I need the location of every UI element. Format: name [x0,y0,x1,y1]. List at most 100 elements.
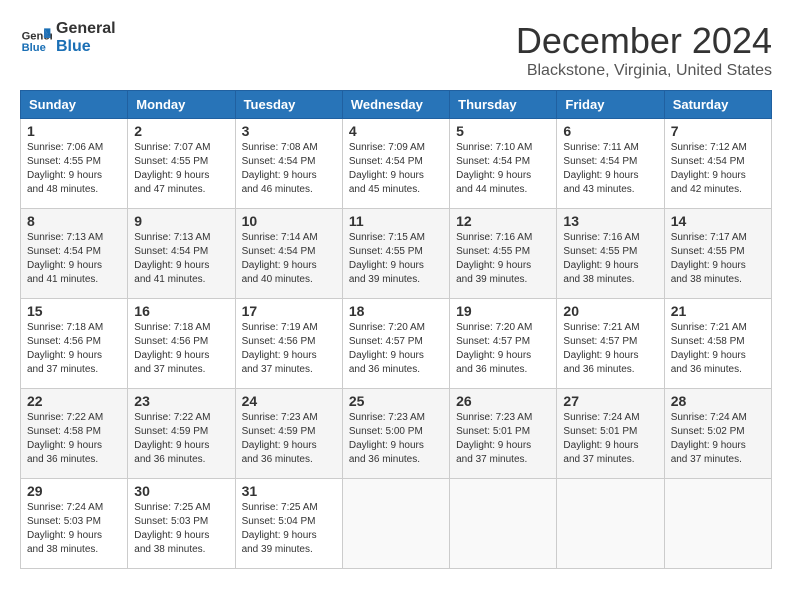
day-info: Sunrise: 7:21 AMSunset: 4:57 PMDaylight:… [563,321,657,377]
day-number: 4 [349,123,443,139]
col-sunday: Sunday [21,91,128,119]
calendar-header-row: Sunday Monday Tuesday Wednesday Thursday… [21,91,772,119]
day-number: 16 [134,303,228,319]
day-number: 1 [27,123,121,139]
col-friday: Friday [557,91,664,119]
day-info: Sunrise: 7:22 AMSunset: 4:58 PMDaylight:… [27,411,121,467]
day-info: Sunrise: 7:10 AMSunset: 4:54 PMDaylight:… [456,141,550,197]
day-info: Sunrise: 7:09 AMSunset: 4:54 PMDaylight:… [349,141,443,197]
calendar-cell: 27Sunrise: 7:24 AMSunset: 5:01 PMDayligh… [557,389,664,479]
day-info: Sunrise: 7:25 AMSunset: 5:03 PMDaylight:… [134,501,228,557]
day-number: 21 [671,303,765,319]
day-info: Sunrise: 7:13 AMSunset: 4:54 PMDaylight:… [134,231,228,287]
day-number: 8 [27,213,121,229]
calendar-table: Sunday Monday Tuesday Wednesday Thursday… [20,90,772,569]
day-info: Sunrise: 7:16 AMSunset: 4:55 PMDaylight:… [563,231,657,287]
day-number: 11 [349,213,443,229]
day-info: Sunrise: 7:20 AMSunset: 4:57 PMDaylight:… [349,321,443,377]
calendar-cell: 21 Sunrise: 7:21 AMSunset: 4:58 PMDayligh… [664,299,771,389]
day-number: 6 [563,123,657,139]
day-info: Sunrise: 7:15 AMSunset: 4:55 PMDaylight:… [349,231,443,287]
calendar-cell: 5Sunrise: 7:10 AMSunset: 4:54 PMDaylight… [450,119,557,209]
subtitle: Blackstone, Virginia, United States [516,62,772,80]
day-number: 25 [349,393,443,409]
day-info: Sunrise: 7:18 AMSunset: 4:56 PMDaylight:… [27,321,121,377]
day-number: 9 [134,213,228,229]
calendar-cell: 22 Sunrise: 7:22 AMSunset: 4:58 PMDayligh… [21,389,128,479]
calendar-cell: 30 Sunrise: 7:25 AMSunset: 5:03 PMDayligh… [128,479,235,569]
calendar-cell: 28 Sunrise: 7:24 AMSunset: 5:02 PMDayligh… [664,389,771,479]
day-number: 18 [349,303,443,319]
calendar-cell: 29Sunrise: 7:24 AMSunset: 5:03 PMDayligh… [21,479,128,569]
day-info: Sunrise: 7:11 AMSunset: 4:54 PMDaylight:… [563,141,657,197]
calendar-cell: 2 Sunrise: 7:07 AMSunset: 4:55 PMDaylight… [128,119,235,209]
day-info: Sunrise: 7:07 AMSunset: 4:55 PMDaylight:… [134,141,228,197]
day-info: Sunrise: 7:21 AMSunset: 4:58 PMDaylight:… [671,321,765,377]
calendar-cell: 11 Sunrise: 7:15 AMSunset: 4:55 PMDayligh… [342,209,449,299]
day-info: Sunrise: 7:24 AMSunset: 5:03 PMDaylight:… [27,501,121,557]
day-number: 19 [456,303,550,319]
day-info: Sunrise: 7:19 AMSunset: 4:56 PMDaylight:… [242,321,336,377]
calendar-cell: 24 Sunrise: 7:23 AMSunset: 4:59 PMDayligh… [235,389,342,479]
title-area: December 2024 Blackstone, Virginia, Unit… [516,20,772,80]
calendar-cell: 8 Sunrise: 7:13 AMSunset: 4:54 PMDaylight… [21,209,128,299]
calendar-cell: 1 Sunrise: 7:06 AMSunset: 4:55 PMDaylight… [21,119,128,209]
day-info: Sunrise: 7:08 AMSunset: 4:54 PMDaylight:… [242,141,336,197]
day-number: 2 [134,123,228,139]
calendar-cell: 9 Sunrise: 7:13 AMSunset: 4:54 PMDaylight… [128,209,235,299]
day-number: 28 [671,393,765,409]
calendar-cell: 23Sunrise: 7:22 AMSunset: 4:59 PMDayligh… [128,389,235,479]
day-info: Sunrise: 7:22 AMSunset: 4:59 PMDaylight:… [134,411,228,467]
calendar-week-3: 15 Sunrise: 7:18 AMSunset: 4:56 PMDayligh… [21,299,772,389]
day-info: Sunrise: 7:12 AMSunset: 4:54 PMDaylight:… [671,141,765,197]
calendar-cell: 16 Sunrise: 7:18 AMSunset: 4:56 PMDayligh… [128,299,235,389]
logo-text: General Blue [56,20,116,56]
day-number: 17 [242,303,336,319]
calendar-cell: 6 Sunrise: 7:11 AMSunset: 4:54 PMDaylight… [557,119,664,209]
day-info: Sunrise: 7:24 AMSunset: 5:02 PMDaylight:… [671,411,765,467]
col-saturday: Saturday [664,91,771,119]
day-info: Sunrise: 7:17 AMSunset: 4:55 PMDaylight:… [671,231,765,287]
calendar-cell: 12Sunrise: 7:16 AMSunset: 4:55 PMDayligh… [450,209,557,299]
day-number: 7 [671,123,765,139]
calendar-cell: 19 Sunrise: 7:20 AMSunset: 4:57 PMDayligh… [450,299,557,389]
logo-icon: General Blue [20,22,52,54]
col-tuesday: Tuesday [235,91,342,119]
calendar-cell [342,479,449,569]
day-number: 15 [27,303,121,319]
day-number: 27 [563,393,657,409]
day-number: 30 [134,483,228,499]
col-thursday: Thursday [450,91,557,119]
day-number: 24 [242,393,336,409]
day-info: Sunrise: 7:18 AMSunset: 4:56 PMDaylight:… [134,321,228,377]
day-number: 12 [456,213,550,229]
calendar-week-5: 29Sunrise: 7:24 AMSunset: 5:03 PMDayligh… [21,479,772,569]
day-info: Sunrise: 7:13 AMSunset: 4:54 PMDaylight:… [27,231,121,287]
day-info: Sunrise: 7:23 AMSunset: 5:00 PMDaylight:… [349,411,443,467]
day-number: 3 [242,123,336,139]
calendar-cell: 4 Sunrise: 7:09 AMSunset: 4:54 PMDaylight… [342,119,449,209]
day-number: 13 [563,213,657,229]
day-number: 20 [563,303,657,319]
day-number: 10 [242,213,336,229]
calendar-cell: 31Sunrise: 7:25 AMSunset: 5:04 PMDayligh… [235,479,342,569]
day-info: Sunrise: 7:23 AMSunset: 4:59 PMDaylight:… [242,411,336,467]
day-info: Sunrise: 7:20 AMSunset: 4:57 PMDaylight:… [456,321,550,377]
calendar-cell: 10 Sunrise: 7:14 AMSunset: 4:54 PMDayligh… [235,209,342,299]
calendar-cell [557,479,664,569]
calendar-cell: 17 Sunrise: 7:19 AMSunset: 4:56 PMDayligh… [235,299,342,389]
calendar-cell [664,479,771,569]
calendar-cell: 15 Sunrise: 7:18 AMSunset: 4:56 PMDayligh… [21,299,128,389]
day-info: Sunrise: 7:14 AMSunset: 4:54 PMDaylight:… [242,231,336,287]
calendar-cell: 3 Sunrise: 7:08 AMSunset: 4:54 PMDaylight… [235,119,342,209]
day-number: 22 [27,393,121,409]
calendar-cell: 18 Sunrise: 7:20 AMSunset: 4:57 PMDayligh… [342,299,449,389]
day-info: Sunrise: 7:06 AMSunset: 4:55 PMDaylight:… [27,141,121,197]
main-title: December 2024 [516,20,772,62]
calendar-cell: 26Sunrise: 7:23 AMSunset: 5:01 PMDayligh… [450,389,557,479]
svg-text:Blue: Blue [22,42,46,54]
logo: General Blue General Blue [20,20,116,56]
day-info: Sunrise: 7:23 AMSunset: 5:01 PMDaylight:… [456,411,550,467]
calendar-cell: 13 Sunrise: 7:16 AMSunset: 4:55 PMDayligh… [557,209,664,299]
day-number: 14 [671,213,765,229]
